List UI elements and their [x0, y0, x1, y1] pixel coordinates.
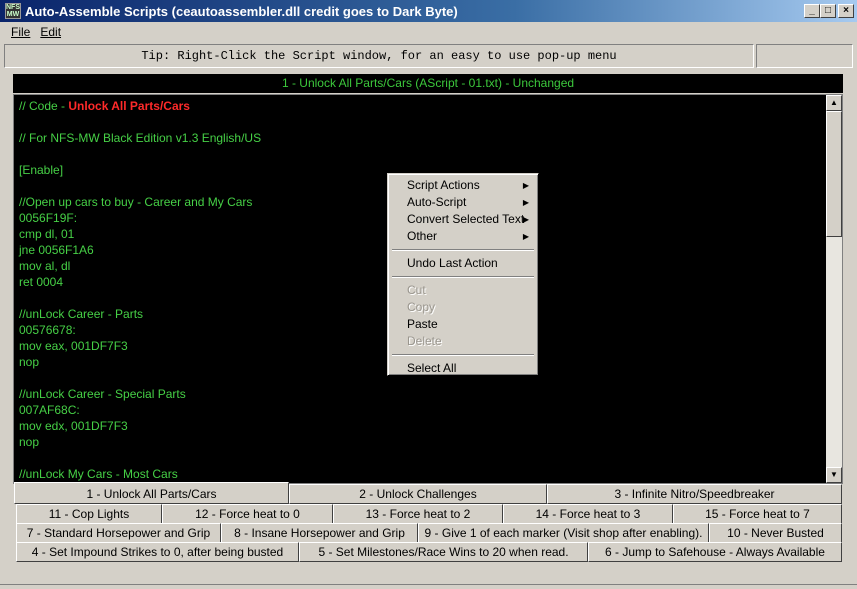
code-line: [Enable]	[19, 163, 64, 177]
script-tab[interactable]: 12 - Force heat to 0	[162, 504, 333, 524]
script-tab[interactable]: 1 - Unlock All Parts/Cars	[14, 482, 289, 504]
code-line: ret 0004	[19, 275, 64, 289]
menu-edit[interactable]: Edit	[36, 25, 67, 39]
submenu-arrow-icon: ▶	[522, 181, 529, 190]
submenu-arrow-icon: ▶	[522, 198, 529, 207]
tip-panel: Tip: Right-Click the Script window, for …	[4, 44, 754, 68]
code-line: nop	[19, 355, 40, 369]
scroll-down-arrow-icon[interactable]: ▼	[826, 467, 842, 483]
menu-item-other[interactable]: Other ▶	[391, 228, 535, 245]
menu-item-undo[interactable]: Undo Last Action	[391, 255, 535, 272]
code-line: //unLock Career - Special Parts	[19, 387, 186, 401]
menu-separator	[392, 249, 534, 251]
script-tab[interactable]: 3 - Infinite Nitro/Speedbreaker	[547, 484, 842, 504]
script-tab[interactable]: 4 - Set Impound Strikes to 0, after bein…	[16, 542, 299, 562]
menu-item-label: Script Actions	[407, 178, 480, 192]
code-line: //unLock Career - Parts	[19, 307, 144, 321]
maximize-button[interactable]: □	[820, 4, 836, 18]
menu-separator	[392, 276, 534, 278]
title-bar[interactable]: NFS MW Auto-Assemble Scripts (ceautoassem…	[0, 0, 857, 22]
window-title: Auto-Assemble Scripts (ceautoassembler.d…	[25, 3, 458, 19]
minimize-button[interactable]: _	[804, 4, 820, 18]
script-tab[interactable]: 14 - Force heat to 3	[503, 504, 673, 524]
code-line: mov al, dl	[19, 259, 71, 273]
menu-item-select-all[interactable]: Select All	[391, 360, 535, 377]
vertical-scrollbar[interactable]: ▲ ▼	[826, 95, 842, 483]
code-line: //Open up cars to buy - Career and My Ca…	[19, 195, 253, 209]
script-tab[interactable]: 8 - Insane Horsepower and Grip	[221, 523, 418, 543]
menu-item-copy: Copy	[407, 300, 436, 314]
scroll-thumb[interactable]	[826, 111, 842, 237]
code-line: mov eax, 001DF7F3	[19, 339, 128, 353]
code-line: mov edx, 001DF7F3	[19, 419, 128, 433]
menu-item-convert-selected-text[interactable]: Convert Selected Text ▶	[391, 211, 535, 228]
menu-file[interactable]: File	[0, 25, 36, 39]
menu-item-label: Convert Selected Text	[407, 212, 525, 226]
code-line: jne 0056F1A6	[19, 243, 94, 257]
menu-item-script-actions[interactable]: Script Actions ▶	[391, 177, 535, 194]
status-panel	[756, 44, 853, 68]
menu-item-cut: Cut	[407, 283, 426, 297]
code-line: // For NFS-MW Black Edition v1.3 English…	[19, 131, 262, 145]
script-tab[interactable]: 11 - Cop Lights	[16, 504, 162, 524]
submenu-arrow-icon: ▶	[522, 215, 529, 224]
script-tab[interactable]: 15 - Force heat to 7	[673, 504, 842, 524]
script-tab[interactable]: 5 - Set Milestones/Race Wins to 20 when …	[299, 542, 588, 562]
script-header: 1 - Unlock All Parts/Cars (AScript - 01.…	[13, 74, 843, 93]
script-tab[interactable]: 6 - Jump to Safehouse - Always Available	[588, 542, 842, 562]
script-tab[interactable]: 13 - Force heat to 2	[333, 504, 503, 524]
menu-item-label: Auto-Script	[407, 195, 467, 209]
code-line: 0056F19F:	[19, 211, 78, 225]
script-tab[interactable]: 2 - Unlock Challenges	[289, 484, 547, 504]
code-line: //unLock My Cars - Most Cars	[19, 467, 178, 481]
script-tab[interactable]: 7 - Standard Horsepower and Grip	[16, 523, 221, 543]
script-tab[interactable]: 10 - Never Busted	[709, 523, 842, 543]
menu-item-label: Other	[407, 229, 438, 243]
menu-item-paste[interactable]: Paste	[391, 316, 535, 333]
menu-separator	[392, 354, 534, 356]
code-title-highlight: Unlock All Parts/Cars	[68, 99, 190, 113]
context-menu: Script Actions ▶ Auto-Script ▶ Convert Sel…	[387, 173, 539, 376]
code-line: cmp dl, 01	[19, 227, 75, 241]
menu-item-auto-script[interactable]: Auto-Script ▶	[391, 194, 535, 211]
menu-bar: File Edit	[0, 22, 857, 42]
code-line: nop	[19, 435, 40, 449]
window-bottom-border	[0, 584, 857, 589]
code-title-prefix: // Code -	[19, 99, 69, 113]
close-button[interactable]: ×	[838, 4, 854, 18]
submenu-arrow-icon: ▶	[522, 232, 529, 241]
menu-item-delete: Delete	[407, 334, 442, 348]
code-line: 007AF68C:	[19, 403, 80, 417]
code-title-line: // Code - Unlock All Parts/Cars	[19, 98, 261, 114]
scroll-up-arrow-icon[interactable]: ▲	[826, 95, 842, 111]
app-icon: NFS MW	[5, 3, 21, 19]
code-line: 00576678:	[19, 323, 76, 337]
script-tab[interactable]: 9 - Give 1 of each marker (Visit shop af…	[418, 523, 709, 543]
